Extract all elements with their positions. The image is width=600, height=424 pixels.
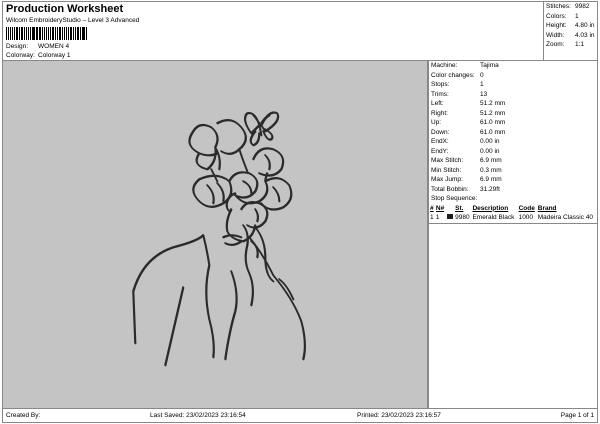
table-divider — [429, 222, 597, 224]
barcode-bar — [7, 27, 9, 40]
summary-row: Colors: 1 — [546, 12, 579, 20]
col-description: Description — [472, 204, 509, 212]
colorway-label: Colorway: — [6, 52, 35, 59]
page-title: Production Worksheet — [6, 3, 124, 15]
summary-row: Width: 4.03 in — [546, 31, 595, 39]
colorway-value: Colorway 1 — [38, 52, 71, 59]
barcode-bar — [61, 27, 63, 40]
col-needle: N# — [435, 204, 445, 212]
barcode-bar — [6, 27, 7, 40]
barcode-bar — [32, 27, 35, 40]
colorway-row: Colorway: Colorway 1 — [6, 52, 71, 59]
detail-row: Up: 61.0 mm — [431, 119, 506, 126]
barcode-bar — [41, 27, 43, 40]
table-header-row: # N# St. Description Code Brand — [429, 204, 597, 213]
barcode-bar — [86, 27, 87, 40]
design-preview — [2, 61, 428, 409]
barcode-bar — [75, 27, 77, 40]
barcode-bar — [14, 27, 15, 40]
barcode-bar — [25, 27, 27, 40]
thread-color-swatch — [446, 214, 453, 220]
col-brand: Brand — [537, 204, 557, 212]
barcode-bar — [69, 27, 73, 40]
barcode-bar — [59, 27, 61, 40]
barcode-bar — [77, 27, 79, 40]
design-value: WOMEN 4 — [38, 43, 70, 50]
barcode-bar — [35, 27, 37, 40]
detail-row: Stops: 1 — [431, 81, 484, 88]
barcode-bar — [37, 27, 39, 40]
barcode-bar — [12, 27, 14, 40]
row-code: 1000 — [518, 213, 534, 221]
detail-row: Right: 51.2 mm — [431, 109, 506, 117]
summary-panel: Stitches: 9982 Colors: 1 Height: 4.80 in Wi… — [543, 1, 598, 61]
detail-row: Left: 51.2 mm — [431, 100, 506, 107]
detail-row: Max Jump: 6.9 mm — [431, 176, 502, 183]
col-code: Code — [518, 204, 535, 212]
detail-row: Trims: 13 — [431, 90, 488, 98]
detail-row: EndX: 0.00 in — [431, 138, 500, 145]
barcode-bar — [55, 27, 57, 40]
barcode-bar — [48, 27, 50, 40]
barcode-bar — [19, 27, 21, 40]
footer-bar: Created By: Last Saved: 23/02/2023 23:16… — [2, 409, 598, 423]
barcode-bar — [15, 27, 19, 40]
col-swatch — [446, 204, 454, 213]
detail-row: EndY: 0.00 in — [431, 147, 500, 155]
row-brand: Madeira Classic 40 — [537, 213, 594, 221]
barcode-bar — [23, 27, 25, 40]
barcode-bar — [68, 27, 69, 40]
barcode-bar — [39, 27, 41, 40]
printed-date: Printed: 23/02/2023 23:16:57 — [357, 412, 441, 419]
detail-row: Machine: Tajima — [431, 62, 499, 69]
summary-row: Zoom: 1:1 — [546, 41, 585, 49]
barcode-bar — [30, 27, 32, 40]
created-by: Created By: — [6, 412, 41, 419]
stop-sequence-title: Stop Sequence: — [431, 195, 478, 202]
barcode-bar — [63, 27, 66, 40]
barcode-bar — [50, 27, 51, 40]
row-stitches: 9980 — [455, 213, 470, 221]
barcode-bar — [27, 27, 30, 40]
detail-row: Total Bobbin: 31.29ft — [431, 185, 500, 193]
row-swatch — [446, 213, 454, 222]
col-stitches: St. — [455, 204, 464, 212]
header-panel: Production Worksheet Wilcom EmbroiderySt… — [2, 1, 543, 61]
summary-row: Stitches: 9982 — [546, 3, 590, 10]
barcode-bar — [21, 27, 23, 40]
software-subtitle: Wilcom EmbroideryStudio – Level 3 Advanc… — [6, 17, 140, 24]
barcode — [6, 27, 88, 40]
barcode-bar — [83, 27, 86, 40]
design-row: Design: WOMEN 4 — [6, 43, 69, 50]
table-row: 1 1 9980 Emerald Black 1000 Madeira Clas… — [429, 213, 597, 222]
barcode-bar — [45, 27, 48, 40]
barcode-bar — [81, 27, 83, 40]
stop-sequence-table: # N# St. Description Code Brand 1 1 9980… — [429, 204, 597, 222]
detail-row: Max Stitch: 6.9 mm — [431, 157, 502, 164]
detail-row: Color changes: 0 — [431, 71, 484, 79]
embroidery-design-image — [132, 111, 307, 368]
barcode-bar — [66, 27, 68, 40]
stitch-details-panel: Machine: Tajima Color changes: 0 Stops: 1 T… — [428, 61, 598, 409]
detail-row: Min Stitch: 0.3 mm — [431, 166, 502, 174]
barcode-bar — [43, 27, 45, 40]
barcode-bar — [73, 27, 75, 40]
barcode-bar — [9, 27, 12, 40]
barcode-bar — [79, 27, 81, 40]
row-description: Emerald Black — [472, 213, 515, 221]
barcode-bar — [57, 27, 59, 40]
barcode-bar — [51, 27, 55, 40]
last-saved: Last Saved: 23/02/2023 23:16:54 — [150, 412, 246, 419]
summary-row: Height: 4.80 in — [546, 22, 595, 30]
design-label: Design: — [6, 43, 29, 50]
row-needle: 1 — [435, 213, 440, 221]
worksheet-page: Production Worksheet Wilcom EmbroiderySt… — [2, 1, 598, 423]
detail-row: Down: 61.0 mm — [431, 128, 506, 136]
page-number: Page 1 of 1 — [560, 412, 594, 419]
